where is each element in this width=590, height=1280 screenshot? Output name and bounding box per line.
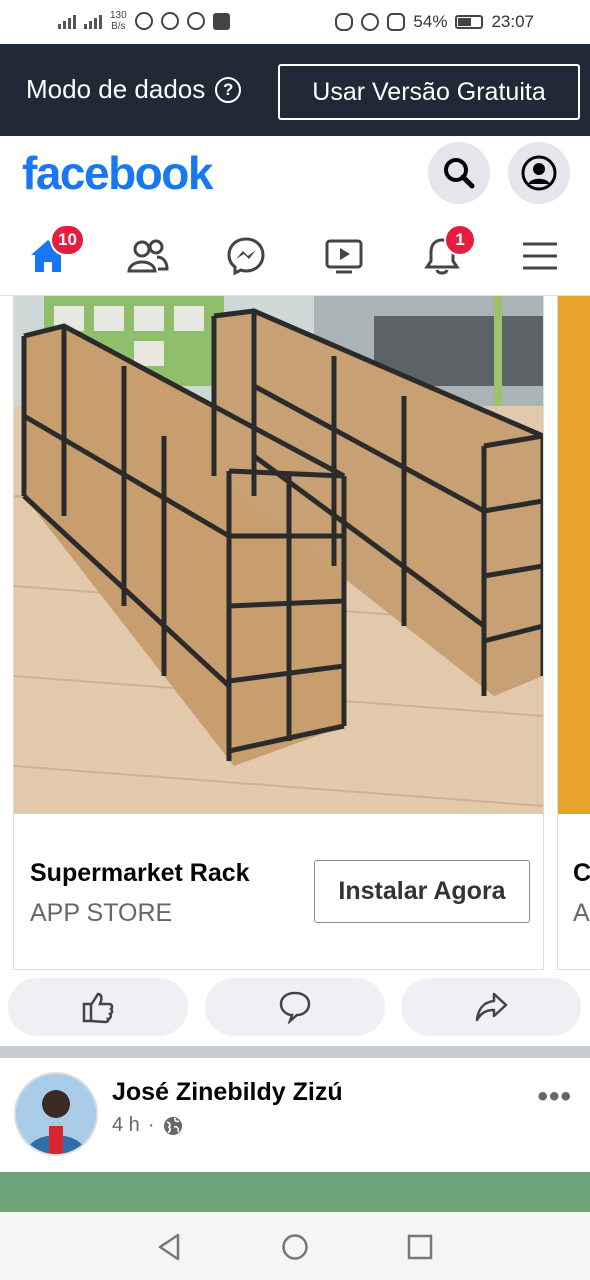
nav-menu[interactable] [510, 226, 570, 286]
battery-icon [455, 15, 484, 29]
home-badge: 10 [50, 224, 85, 256]
ad-carousel-card[interactable]: Supermarket Rack APP STORE Instalar Agor… [13, 296, 544, 970]
network-speed: 130 B/s [110, 10, 127, 32]
clock: 23:07 [491, 12, 534, 31]
status-right: 54% 23:07 [335, 12, 534, 32]
nav-home[interactable]: 10 [18, 224, 85, 286]
next-card-title: C [573, 859, 590, 887]
ad-title[interactable]: Supermarket Rack [30, 859, 250, 888]
ad-subtitle: APP STORE [30, 899, 173, 927]
next-card-subtitle: A [573, 899, 590, 927]
like-icon [82, 992, 114, 1024]
install-now-button[interactable]: Instalar Agora [314, 860, 530, 923]
supermarket-rack-image [14, 296, 543, 814]
nav-notifications[interactable]: 1 [412, 224, 476, 286]
free-version-button[interactable]: Usar Versão Gratuita [278, 64, 580, 120]
notifications-badge: 1 [444, 224, 476, 256]
data-mode-bar: Modo de dados ? Usar Versão Gratuita [0, 44, 590, 136]
meta-separator: · [147, 1114, 155, 1136]
more-options-button[interactable]: ••• [537, 1080, 572, 1114]
app-notification-icon [212, 12, 230, 30]
news-feed[interactable]: Supermarket Rack APP STORE Instalar Agor… [0, 296, 590, 1212]
mute-icon [387, 13, 406, 31]
help-icon[interactable]: ? [215, 76, 242, 103]
post-card[interactable]: José Zinebildy Zizú 4 h · ••• [0, 1058, 590, 1212]
signal-icon [84, 13, 102, 29]
comment-icon [279, 991, 311, 1024]
share-icon [475, 992, 508, 1022]
share-button[interactable] [401, 978, 581, 1036]
avatar[interactable] [14, 1072, 98, 1156]
globe-icon [164, 1116, 183, 1135]
post-time[interactable]: 4 h [112, 1114, 140, 1137]
menu-icon [523, 242, 557, 270]
main-nav: 10 1 [0, 216, 590, 296]
friends-icon [127, 239, 169, 273]
whatsapp-icon [134, 12, 153, 30]
battery-percent: 54% [413, 12, 448, 31]
signal-icon [58, 13, 76, 29]
feed-divider [0, 1046, 590, 1058]
avatar-image [16, 1074, 96, 1154]
profile-icon [521, 155, 557, 191]
nav-friends[interactable] [118, 226, 178, 286]
post-media-preview[interactable] [0, 1172, 590, 1212]
data-mode-label: Modo de dados [26, 74, 206, 104]
next-carousel-card[interactable]: C A [557, 296, 590, 970]
back-button[interactable] [154, 1232, 184, 1262]
next-card-image[interactable] [558, 296, 590, 814]
network-speed-unit: B/s [111, 21, 126, 32]
ad-image[interactable] [14, 296, 543, 814]
recents-icon [407, 1234, 433, 1260]
app-header: facebook [0, 136, 590, 216]
nav-messenger[interactable] [216, 226, 276, 286]
alarm-icon [361, 13, 380, 31]
home-circle-icon [282, 1234, 308, 1260]
post-actions [0, 978, 590, 1038]
facebook-logo[interactable]: facebook [22, 146, 213, 200]
data-mode-label-group: Modo de dados ? [26, 74, 242, 105]
search-icon [444, 158, 475, 189]
comment-button[interactable] [205, 978, 385, 1036]
android-nav-bar [0, 1212, 590, 1280]
messenger-notification-icon [160, 12, 179, 30]
messenger-icon [227, 237, 265, 276]
post-author[interactable]: José Zinebildy Zizú [112, 1078, 343, 1107]
home-nav-button[interactable] [280, 1232, 310, 1262]
video-icon [325, 239, 363, 274]
status-bar: 130 B/s 54% 23:07 [0, 0, 590, 44]
emoji-icon [186, 12, 205, 30]
post-meta: 4 h · [112, 1114, 184, 1137]
recents-button[interactable] [405, 1232, 435, 1262]
nav-watch[interactable] [314, 226, 374, 286]
like-button[interactable] [8, 978, 188, 1036]
search-button[interactable] [428, 142, 490, 204]
status-left: 130 B/s [58, 10, 230, 32]
back-icon [158, 1233, 180, 1261]
eye-icon [335, 13, 354, 31]
network-speed-value: 130 [110, 10, 127, 21]
profile-button[interactable] [508, 142, 570, 204]
